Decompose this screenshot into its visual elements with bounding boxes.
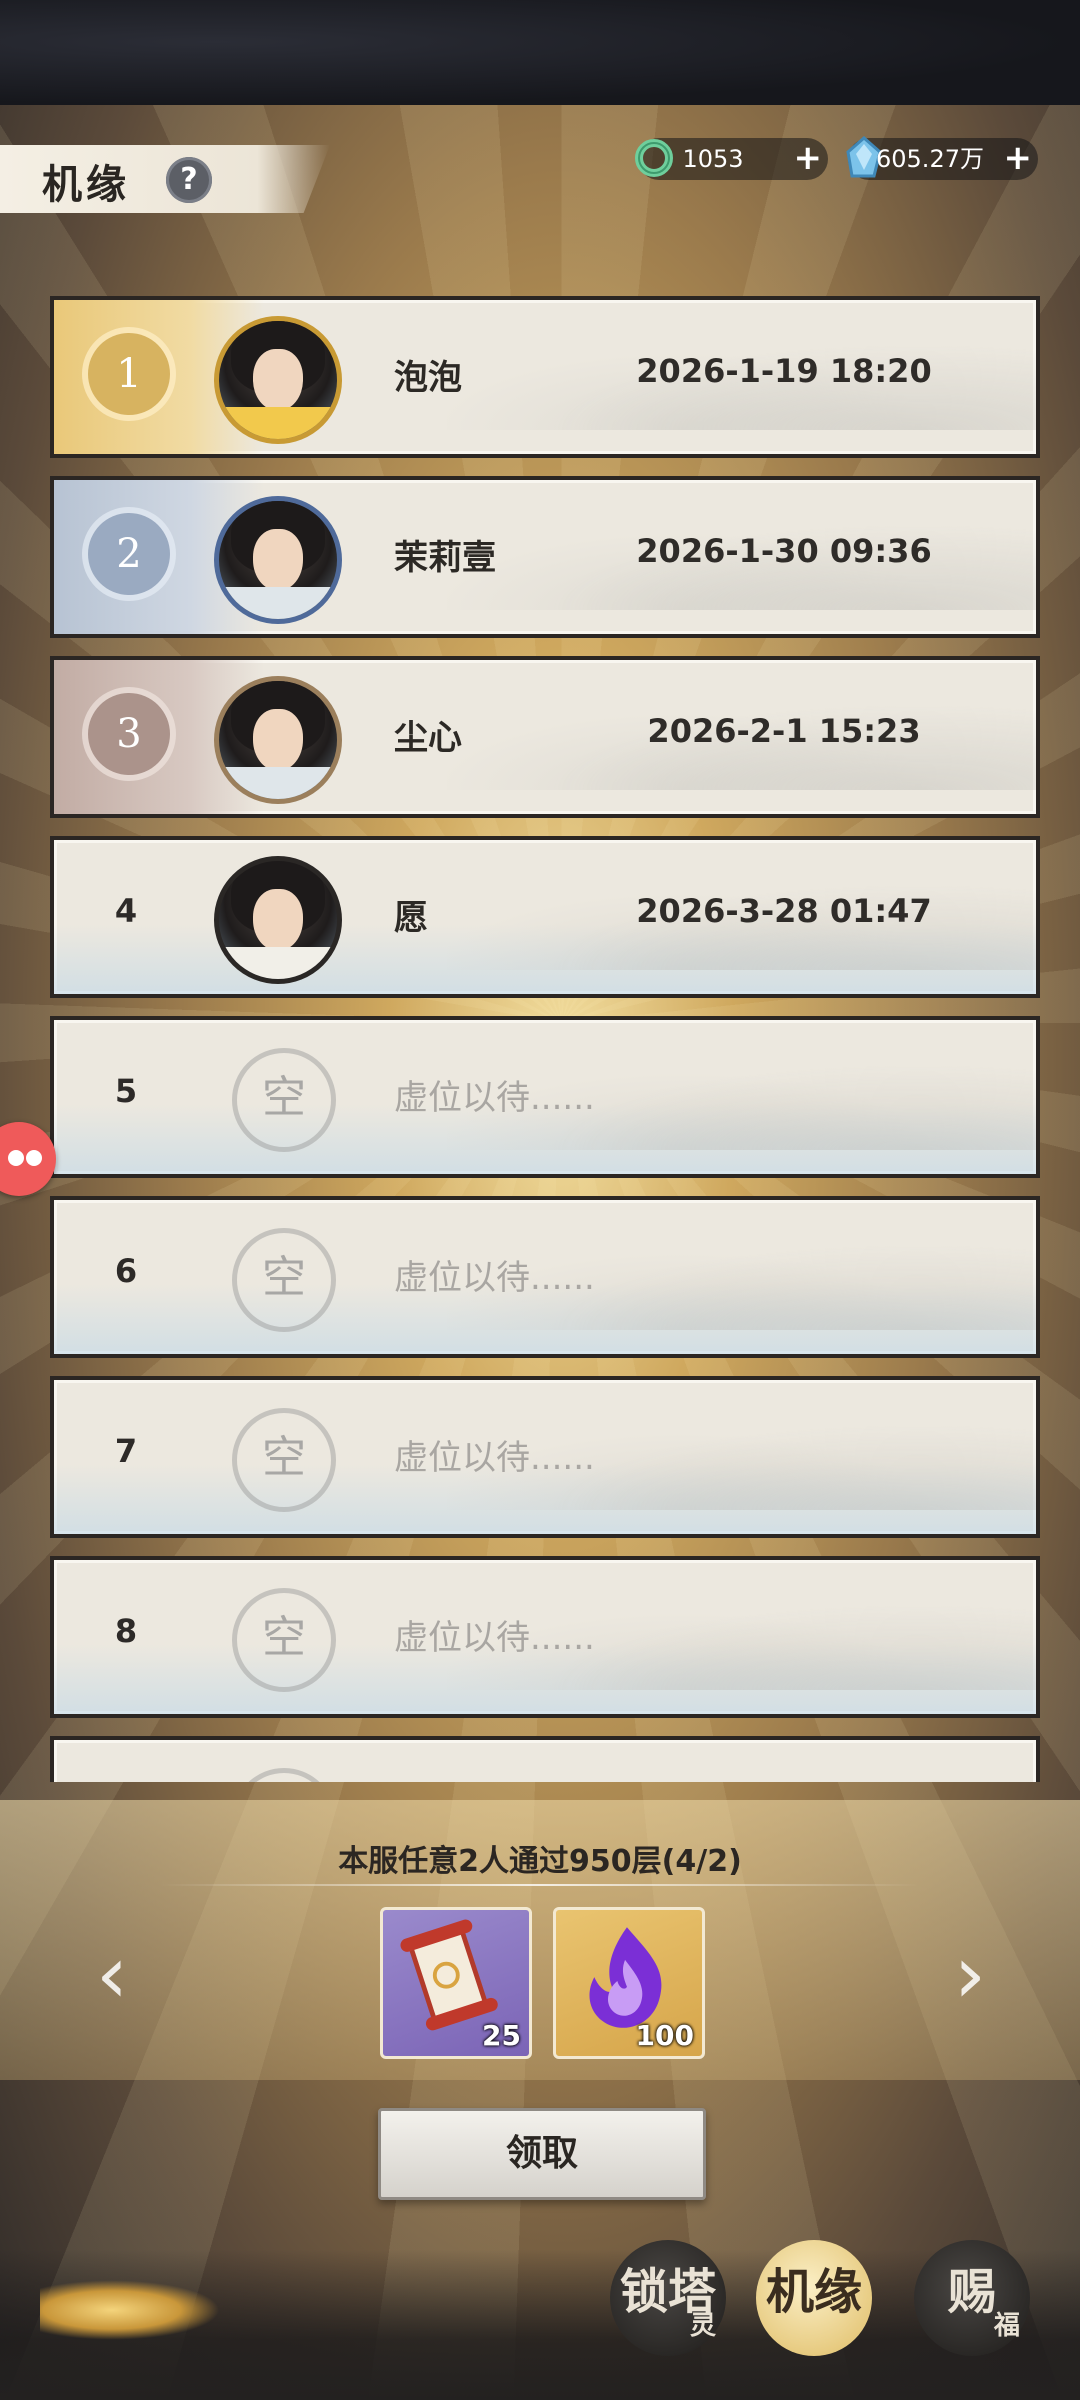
rank-number: 4 — [114, 892, 138, 930]
avatar — [214, 316, 342, 444]
rank-badge: 2 — [88, 513, 170, 595]
tab-sub-label: 福 — [993, 2311, 1020, 2341]
task-description: 本服任意2人通过950层(4/2) — [338, 1844, 742, 1879]
ranking-list[interactable]: 1 泡泡 2026-1-19 18:20 2 茉莉壹 2026-1-30 09:… — [0, 280, 1080, 1782]
player-name: 尘心 — [394, 718, 462, 758]
divider — [160, 1884, 920, 1886]
empty-slot-icon: 空 — [232, 1588, 336, 1692]
previous-task-arrow-icon[interactable]: ‹ — [82, 1930, 142, 2020]
vacant-placeholder: 虚位以待...... — [394, 1258, 595, 1298]
ranking-row-8: 8 空 虚位以待...... — [50, 1556, 1040, 1718]
tab-sub-label: 灵 — [689, 2311, 716, 2341]
rank-number: 6 — [114, 1252, 138, 1290]
ranking-row-9: 空 — [50, 1736, 1040, 1782]
status-bar — [0, 0, 1080, 105]
achieved-time: 2026-2-1 15:23 — [647, 712, 921, 750]
jade-amount: 1053 — [682, 145, 744, 173]
rank-number: 8 — [114, 1612, 138, 1650]
spirit-stone-amount: 605.27万 — [876, 145, 984, 173]
reward-item-talisman[interactable]: 25 — [380, 1907, 532, 2059]
avatar — [214, 496, 342, 624]
gold-brush-logo-icon — [40, 2280, 220, 2340]
empty-slot-icon: 空 — [232, 1228, 336, 1332]
tab-bless[interactable]: 赐 福 — [914, 2240, 1030, 2356]
add-spirit-stone-button[interactable]: + — [1004, 138, 1033, 178]
reward-item-flame[interactable]: 100 — [553, 1907, 705, 2059]
empty-slot-icon: 空 — [232, 1768, 336, 1782]
tab-label: 机缘 — [765, 2264, 862, 2320]
achieved-time: 2026-1-30 09:36 — [636, 532, 932, 570]
vacant-placeholder: 虚位以待...... — [394, 1078, 595, 1118]
vacant-placeholder: 虚位以待...... — [394, 1438, 595, 1478]
ranking-row-1: 1 泡泡 2026-1-19 18:20 — [50, 296, 1040, 458]
tab-lock-tower[interactable]: 锁塔 灵 — [610, 2240, 726, 2356]
ranking-row-4: 4 愿 2026-3-28 01:47 — [50, 836, 1040, 998]
claim-button[interactable]: 领取 — [378, 2108, 706, 2200]
empty-slot-icon: 空 — [232, 1408, 336, 1512]
reward-quantity: 25 — [482, 2019, 521, 2052]
rank-number: 5 — [114, 1072, 138, 1110]
avatar — [214, 856, 342, 984]
achieved-time: 2026-3-28 01:47 — [636, 892, 932, 930]
add-jade-button[interactable]: + — [794, 138, 823, 178]
avatar — [214, 676, 342, 804]
ranking-row-3: 3 尘心 2026-2-1 15:23 — [50, 656, 1040, 818]
vacant-placeholder: 虚位以待...... — [394, 1618, 595, 1658]
ranking-row-2: 2 茉莉壹 2026-1-30 09:36 — [50, 476, 1040, 638]
currency-spirit-stone: 605.27万 + — [846, 136, 1038, 180]
player-name: 愿 — [394, 898, 428, 938]
currency-jade: 1053 + — [635, 138, 828, 180]
next-task-arrow-icon[interactable]: › — [940, 1930, 1000, 2020]
rank-number: 7 — [114, 1432, 138, 1470]
player-name: 茉莉壹 — [394, 538, 496, 578]
empty-slot-icon: 空 — [232, 1048, 336, 1152]
help-button[interactable]: ? — [166, 157, 212, 203]
ranking-row-5: 5 空 虚位以待...... — [50, 1016, 1040, 1178]
ranking-row-6: 6 空 虚位以待...... — [50, 1196, 1040, 1358]
tab-fate[interactable]: 机缘 — [756, 2240, 872, 2356]
player-name: 泡泡 — [394, 358, 462, 398]
achieved-time: 2026-1-19 18:20 — [636, 352, 932, 390]
rank-badge: 1 — [88, 333, 170, 415]
page-title: 机缘 — [42, 161, 130, 208]
rank-badge: 3 — [88, 693, 170, 775]
ranking-row-7: 7 空 虚位以待...... — [50, 1376, 1040, 1538]
reward-quantity: 100 — [635, 2019, 694, 2052]
